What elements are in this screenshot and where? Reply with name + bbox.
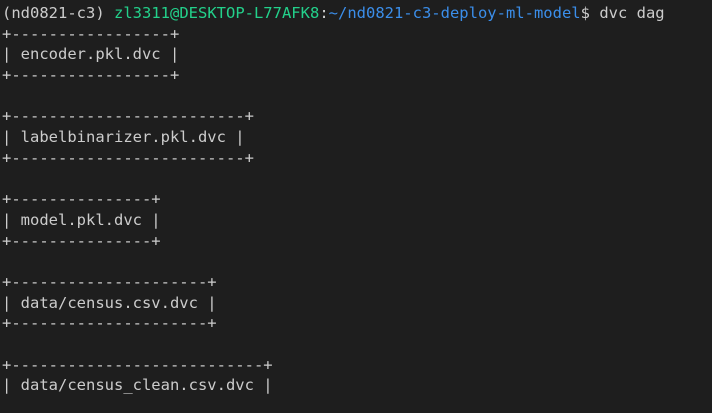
prompt-separator: : [319, 4, 329, 22]
dag-node-top-border: +---------------------+ [2, 272, 217, 291]
dag-node-bottom-border: +---------------+ [2, 231, 161, 250]
working-directory: ~/nd0821-c3-deploy-ml-model [328, 4, 581, 22]
dag-spacer [2, 169, 712, 190]
dag-node-label: | data/census.csv.dvc | [2, 293, 217, 312]
conda-env-label: (nd0821-c3) [2, 4, 105, 22]
dag-spacer [2, 251, 712, 272]
dag-node-top-border: +-----------------+ [2, 24, 180, 43]
command-text: dvc dag [599, 4, 665, 22]
dag-node-top-border: +---------------------------+ [2, 355, 273, 374]
user-host-label: zl3311@DESKTOP-L77AFK8 [114, 4, 320, 22]
terminal-window[interactable]: (nd0821-c3) zl3311@DESKTOP-L77AFK8:~/nd0… [0, 0, 712, 413]
dag-spacer [2, 86, 712, 107]
dag-node-bottom-border: +-------------------------+ [2, 148, 254, 167]
dag-node-label: | model.pkl.dvc | [2, 210, 161, 229]
dag-node-label: | data/census_clean.csv.dvc | [2, 376, 273, 395]
dag-node-bottom-border: +---------------------+ [2, 314, 217, 333]
dag-node-bottom-border: +-----------------+ [2, 66, 180, 85]
dag-node-top-border: +---------------+ [2, 190, 161, 209]
dag-spacer [2, 334, 712, 355]
dag-node-label: | encoder.pkl.dvc | [2, 45, 180, 64]
dag-node-top-border: +-------------------------+ [2, 107, 254, 126]
prompt-symbol: $ [580, 4, 590, 22]
prompt-line: (nd0821-c3) zl3311@DESKTOP-L77AFK8:~/nd0… [2, 3, 712, 24]
dag-node-label: | labelbinarizer.pkl.dvc | [2, 128, 245, 147]
